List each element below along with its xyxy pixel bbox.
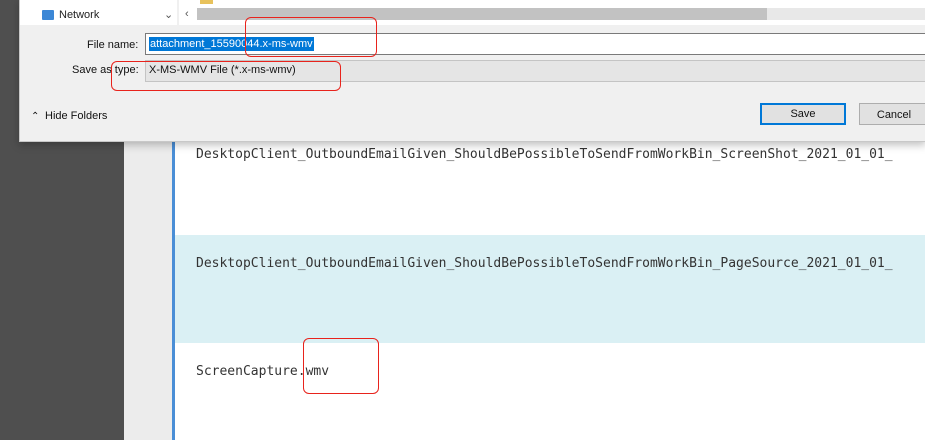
save-as-type-select[interactable]: X-MS-WMV File (*.x-ms-wmv) bbox=[145, 60, 925, 82]
chevron-down-icon[interactable]: ⌄ bbox=[164, 8, 173, 21]
attachment-list-item[interactable]: ScreenCapture.wmv bbox=[175, 343, 925, 440]
file-list-pane[interactable]: ‹ bbox=[179, 0, 925, 25]
scrollbar-thumb[interactable] bbox=[197, 8, 767, 20]
hide-folders-button[interactable]: ⌃ Hide Folders bbox=[31, 110, 107, 122]
navigation-pane[interactable]: Network ⌄ bbox=[20, 0, 177, 25]
file-name-input[interactable]: attachment_15590044.x-ms-wmv bbox=[145, 33, 925, 55]
attachment-list-item[interactable]: DesktopClient_OutboundEmailGiven_ShouldB… bbox=[175, 140, 925, 235]
attachment-name: DesktopClient_OutboundEmailGiven_ShouldB… bbox=[196, 147, 893, 162]
nav-item-network[interactable]: Network bbox=[42, 9, 99, 21]
save-as-dialog: Network ⌄ ‹ File name: attachment_155900… bbox=[19, 0, 925, 142]
file-name-value: attachment_15590044.x-ms-wmv bbox=[149, 37, 314, 51]
attachment-name: ScreenCapture.wmv bbox=[196, 364, 330, 379]
network-icon bbox=[42, 10, 54, 21]
folder-icon bbox=[200, 0, 213, 4]
hide-folders-label: Hide Folders bbox=[45, 110, 108, 122]
nav-item-label: Network bbox=[59, 9, 100, 21]
scroll-left-arrow-icon[interactable]: ‹ bbox=[185, 8, 189, 20]
cancel-button[interactable]: Cancel bbox=[859, 103, 925, 125]
attachment-list-item[interactable]: DesktopClient_OutboundEmailGiven_ShouldB… bbox=[175, 235, 925, 343]
save-as-type-value: X-MS-WMV File (*.x-ms-wmv) bbox=[149, 64, 296, 76]
attachment-name: DesktopClient_OutboundEmailGiven_ShouldB… bbox=[196, 256, 893, 271]
save-as-type-label: Save as type: bbox=[72, 64, 139, 76]
save-button[interactable]: Save bbox=[760, 103, 846, 125]
file-name-label: File name: bbox=[87, 39, 139, 51]
horizontal-scrollbar[interactable] bbox=[197, 8, 925, 20]
chevron-up-icon: ⌃ bbox=[31, 111, 40, 122]
